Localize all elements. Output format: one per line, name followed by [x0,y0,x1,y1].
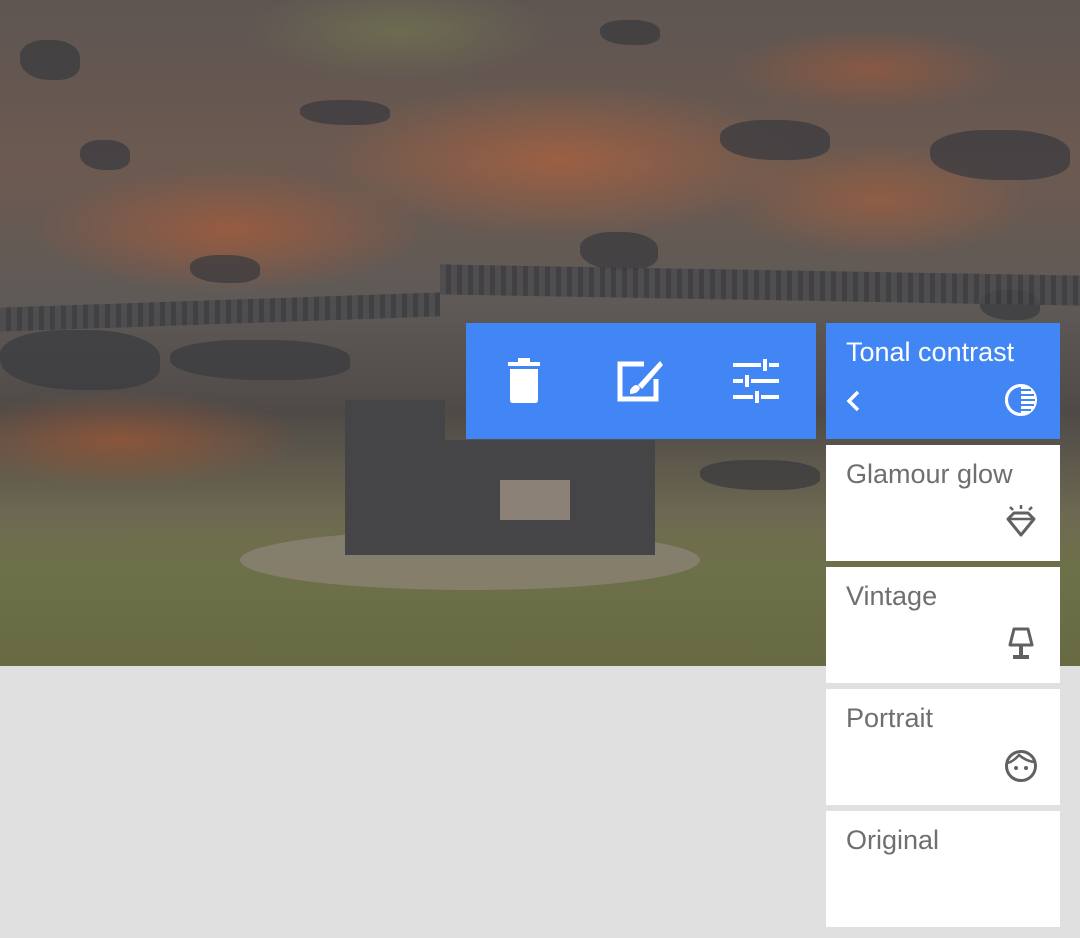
filter-original[interactable]: Original [826,811,1060,927]
adjust-button[interactable] [698,323,814,439]
diamond-icon [1006,505,1036,537]
filter-label: Vintage [846,581,938,611]
chevron-left-icon[interactable] [844,389,862,413]
rock [20,40,80,80]
filter-label: Tonal contrast [846,337,1015,367]
filter-label: Glamour glow [846,459,1013,489]
filter-label: Portrait [846,703,934,733]
edit-brush-icon [617,361,663,402]
rock [720,120,830,160]
ruin-doorway [500,480,570,520]
sliders-icon [733,359,779,403]
photo-toolbar [466,323,816,439]
rock [580,232,658,270]
stone-wall [440,264,1080,306]
trash-icon [508,358,540,403]
filter-tonal-contrast[interactable]: Tonal contrast [826,323,1060,439]
rock [190,255,260,283]
delete-button[interactable] [466,323,582,439]
rock [930,130,1070,180]
rock [700,460,820,490]
filter-vintage[interactable]: Vintage [826,567,1060,683]
edit-button[interactable] [582,323,698,439]
rock [80,140,130,170]
stone-wall [0,292,440,332]
rock [0,330,160,390]
filter-glamour-glow[interactable]: Glamour glow [826,445,1060,561]
contrast-circle-icon [1005,384,1037,416]
ruin-tower [345,400,445,555]
rock [600,20,660,45]
rock [300,100,390,125]
rock [170,340,350,380]
filter-portrait[interactable]: Portrait [826,689,1060,805]
lamp-icon [1008,627,1034,659]
filter-label: Original [846,825,940,855]
face-icon [1005,750,1037,782]
